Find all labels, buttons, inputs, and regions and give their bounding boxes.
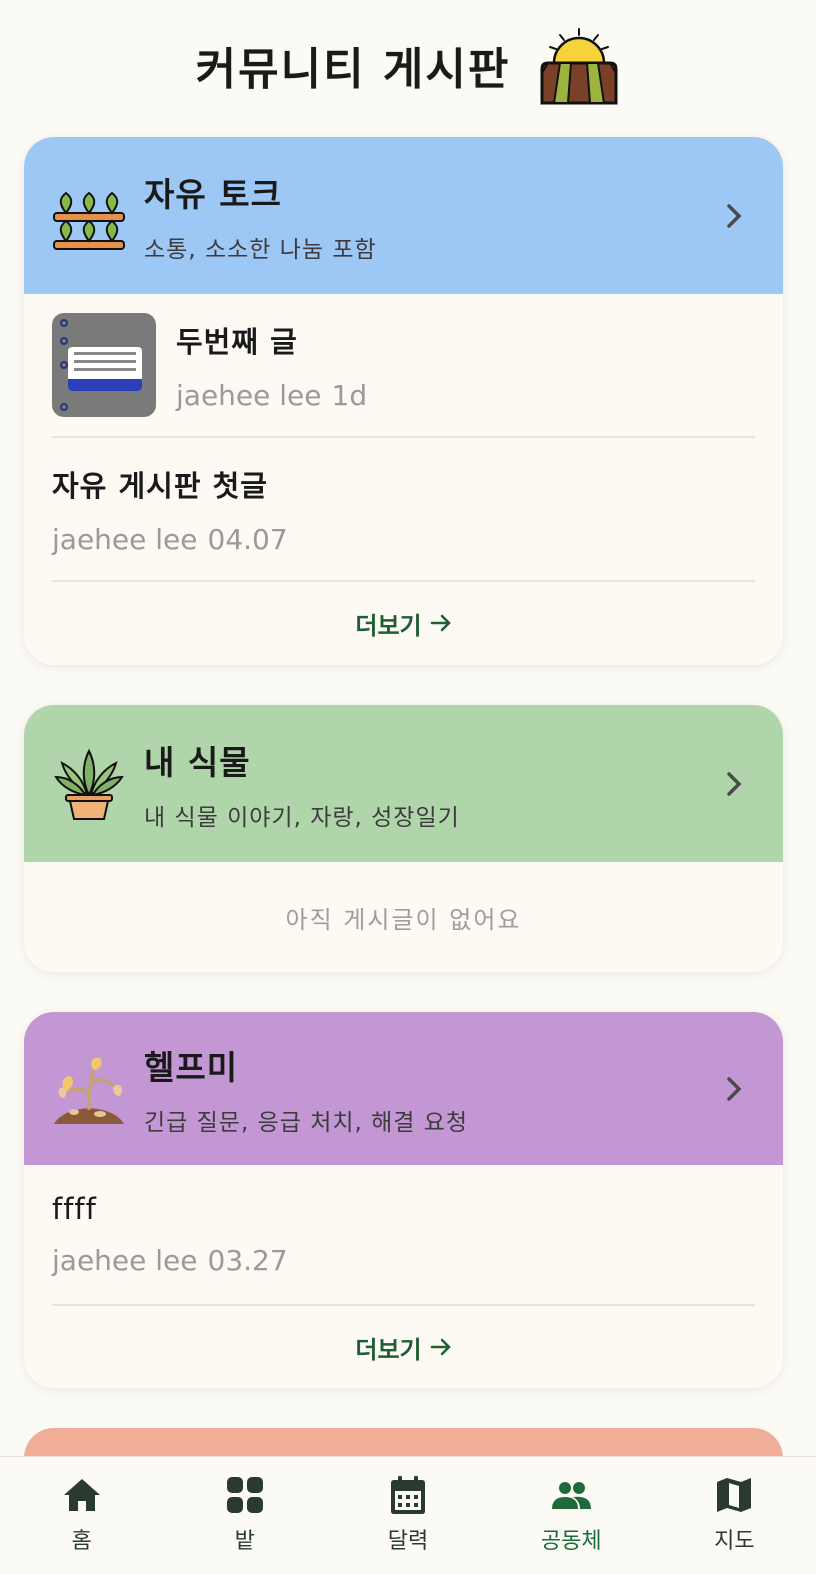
category-card-free-talk: 자유 토크 소통, 소소한 나눔 포함 두번째 글 jaehee lee 1d 자… — [24, 137, 783, 665]
post-title: 자유 게시판 첫글 — [52, 468, 268, 503]
map-icon — [717, 1478, 752, 1512]
post-meta: jaehee lee 03.27 — [52, 1244, 288, 1277]
nav-label: 밭 — [234, 1529, 255, 1554]
nav-item-community[interactable]: 공동체 — [490, 1457, 653, 1574]
wilted-plant-icon — [54, 1057, 124, 1124]
nav-item-field[interactable]: 밭 — [163, 1457, 326, 1574]
post-time: 03.27 — [207, 1244, 288, 1277]
farm-field-sun-icon — [540, 28, 618, 105]
see-more-button[interactable]: 더보기 — [24, 582, 783, 664]
category-card-my-plants: 내 식물 내 식물 이야기, 자랑, 성장일기 아직 게시글이 없어요 — [24, 705, 783, 972]
bottom-nav: 홈 밭 달력 공동체 지도 — [0, 1456, 816, 1574]
category-description: 소통, 소소한 나눔 포함 — [144, 236, 377, 263]
list-item[interactable]: 자유 게시판 첫글 jaehee lee 04.07 — [52, 438, 755, 582]
list-item[interactable]: ffff jaehee lee 03.27 — [52, 1165, 755, 1306]
arrow-right-icon — [430, 1338, 451, 1356]
post-author: jaehee lee — [52, 1244, 198, 1277]
arrow-right-icon — [430, 614, 451, 632]
category-header-my-plants[interactable]: 내 식물 내 식물 이야기, 자랑, 성장일기 — [24, 705, 783, 862]
page-header: 커뮤니티 게시판 — [0, 0, 816, 136]
category-card-help-me: 헬프미 긴급 질문, 응급 처치, 해결 요청 ffff jaehee lee 0… — [24, 1012, 783, 1388]
post-author: jaehee lee — [176, 378, 322, 412]
category-title: 내 식물 — [144, 742, 251, 782]
post-thumbnail — [52, 313, 156, 417]
post-author: jaehee lee — [52, 522, 198, 556]
see-more-button[interactable]: 더보기 — [24, 1306, 783, 1388]
nav-item-home[interactable]: 홈 — [0, 1457, 163, 1574]
empty-state-text: 아직 게시글이 없어요 — [285, 905, 522, 934]
nav-label: 홈 — [71, 1529, 92, 1554]
nav-item-calendar[interactable]: 달력 — [326, 1457, 489, 1574]
chevron-right-icon[interactable] — [725, 770, 743, 798]
chevron-right-icon[interactable] — [725, 1075, 743, 1103]
chevron-right-icon[interactable] — [725, 202, 743, 230]
calendar-icon — [391, 1476, 425, 1514]
people-icon — [552, 1482, 592, 1509]
see-more-label: 더보기 — [355, 611, 422, 640]
nav-label: 달력 — [387, 1529, 429, 1554]
category-description: 긴급 질문, 응급 처치, 해결 요청 — [144, 1109, 469, 1136]
category-header-help-me[interactable]: 헬프미 긴급 질문, 응급 처치, 해결 요청 — [24, 1012, 783, 1165]
page-title: 커뮤니티 게시판 — [195, 44, 511, 95]
post-title: ffff — [52, 1192, 97, 1226]
post-title: 두번째 글 — [176, 324, 298, 359]
seedling-rows-icon — [53, 191, 125, 250]
category-description: 내 식물 이야기, 자랑, 성장일기 — [144, 804, 460, 831]
post-meta: jaehee lee 04.07 — [52, 523, 288, 556]
post-time: 04.07 — [207, 522, 288, 556]
category-header-free-talk[interactable]: 자유 토크 소통, 소소한 나눔 포함 — [24, 137, 783, 294]
post-meta: jaehee lee 1d — [176, 379, 367, 412]
post-time: 1d — [331, 378, 368, 412]
grid-icon — [226, 1477, 263, 1513]
home-icon — [63, 1479, 100, 1511]
category-title: 헬프미 — [144, 1047, 239, 1087]
nav-item-map[interactable]: 지도 — [653, 1457, 816, 1574]
nav-label: 지도 — [714, 1529, 755, 1554]
list-item[interactable]: 두번째 글 jaehee lee 1d — [52, 294, 755, 438]
potted-plant-icon — [54, 748, 124, 820]
nav-label: 공동체 — [540, 1529, 602, 1554]
see-more-label: 더보기 — [355, 1335, 422, 1364]
category-title: 자유 토크 — [144, 174, 282, 214]
